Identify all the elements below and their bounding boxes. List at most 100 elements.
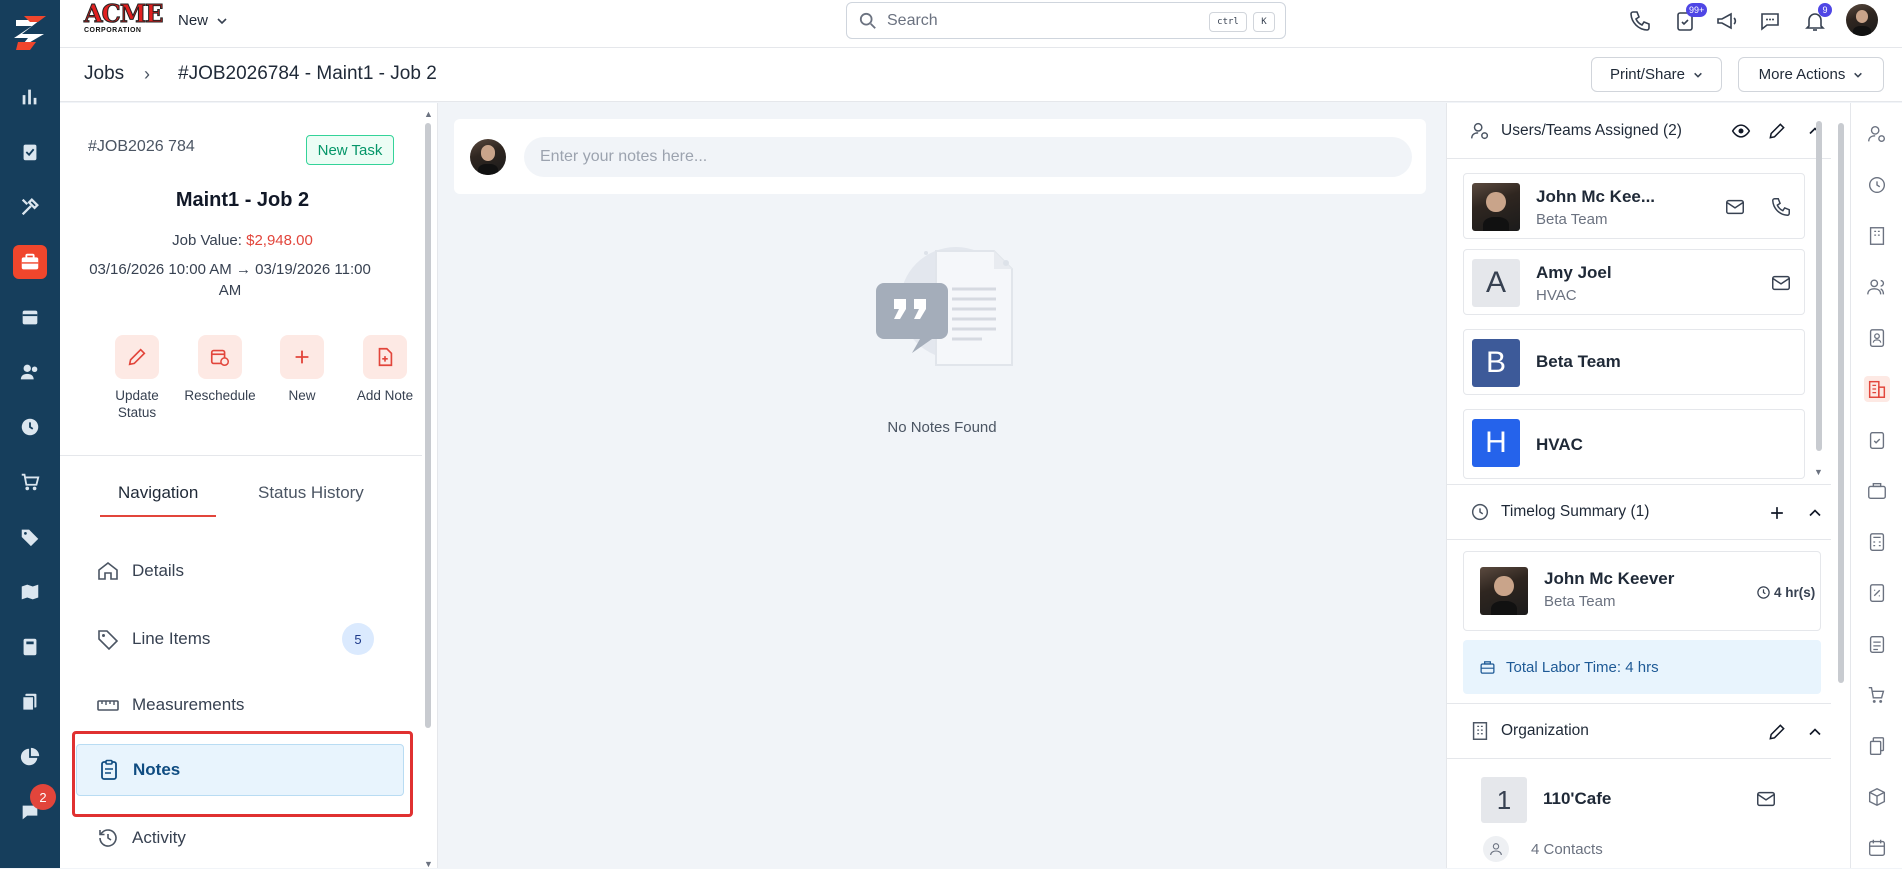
update-status-button[interactable]: Update Status — [97, 335, 177, 421]
update-status-label: Update Status — [115, 388, 159, 420]
rail-cart-icon[interactable] — [13, 465, 47, 499]
more-actions-label: More Actions — [1758, 66, 1846, 83]
job-value-amount: $2,948.00 — [246, 232, 313, 249]
edit-pencil-icon[interactable] — [1765, 720, 1789, 744]
assignee-photo — [1472, 183, 1520, 231]
mail-icon[interactable] — [1755, 788, 1781, 814]
print-share-button[interactable]: Print/Share — [1591, 57, 1722, 92]
scroll-up-icon[interactable]: ▲ — [424, 109, 433, 119]
nav-item-details[interactable]: Details — [84, 545, 404, 597]
timelog-user-team: Beta Team — [1544, 593, 1616, 610]
rail-clock-icon[interactable] — [13, 410, 47, 444]
user-avatar[interactable] — [1846, 4, 1878, 36]
rail-calendar-icon[interactable] — [13, 300, 47, 334]
rail-map-icon[interactable] — [13, 575, 47, 609]
assigned-section-header[interactable]: Users/Teams Assigned (2) — [1447, 103, 1831, 159]
nav-item-activity[interactable]: Activity — [84, 812, 404, 864]
new-menu[interactable]: New — [178, 12, 228, 29]
chevron-up-icon[interactable] — [1803, 720, 1827, 744]
clock-icon[interactable] — [1864, 172, 1890, 198]
nav-item-measurements[interactable]: Measurements — [84, 679, 404, 731]
timelog-card[interactable]: John Mc Keever Beta Team 4 hr(s) — [1463, 551, 1821, 631]
left-scrollbar[interactable]: ▲ ▼ — [424, 109, 433, 869]
team-card[interactable]: B Beta Team — [1463, 329, 1805, 395]
assignee-card[interactable]: John Mc Kee... Beta Team — [1463, 173, 1805, 239]
search-placeholder: Search — [887, 11, 938, 29]
add-note-button[interactable]: Add Note — [345, 335, 425, 404]
checklist-icon[interactable] — [1864, 631, 1890, 657]
clipboard-check-icon[interactable] — [1864, 427, 1890, 453]
chevron-up-icon[interactable] — [1803, 501, 1827, 525]
search-input[interactable]: Search ctrl K — [846, 2, 1286, 39]
rail-tag-icon[interactable] — [13, 520, 47, 554]
address-book-icon[interactable] — [1864, 325, 1890, 351]
more-actions-button[interactable]: More Actions — [1738, 57, 1884, 92]
megaphone-icon[interactable] — [1712, 6, 1742, 36]
calendar-icon[interactable] — [1864, 835, 1890, 861]
breadcrumb-jobs-link[interactable]: Jobs — [84, 63, 124, 85]
copy-documents-icon[interactable] — [1864, 733, 1890, 759]
edit-pencil-icon[interactable] — [1765, 119, 1789, 143]
timelog-hours: 4 hr(s) — [1774, 585, 1816, 600]
assigned-scrollbar[interactable]: ▼ — [1814, 109, 1823, 479]
plus-icon[interactable] — [1765, 501, 1789, 525]
note-composer: Enter your notes here... — [454, 119, 1426, 194]
rail-calculator-icon[interactable] — [13, 630, 47, 664]
file-plus-icon — [378, 347, 393, 367]
brand-logo[interactable]: ACME CORPORATION — [84, 1, 165, 36]
eye-icon[interactable] — [1729, 119, 1753, 143]
mail-icon[interactable] — [1722, 194, 1748, 220]
timelog-section-header[interactable]: Timelog Summary (1) — [1447, 484, 1831, 540]
organization-building-icon[interactable] — [1864, 376, 1890, 402]
breadcrumb-separator: › — [144, 64, 150, 84]
kbd-k: K — [1253, 12, 1275, 32]
details-scrollbar-thumb[interactable] — [1838, 123, 1844, 683]
contacts-group-icon[interactable] — [1864, 274, 1890, 300]
nav-activity-label: Activity — [132, 828, 186, 847]
calculator-icon[interactable] — [1864, 529, 1890, 555]
team-card[interactable]: H HVAC — [1463, 409, 1805, 479]
chevron-down-icon — [1854, 72, 1863, 78]
tab-navigation[interactable]: Navigation — [118, 483, 198, 503]
left-scrollbar-thumb[interactable] — [425, 123, 431, 728]
organization-section-header[interactable]: Organization — [1447, 703, 1831, 759]
details-scrollbar[interactable] — [1837, 109, 1845, 869]
nav-item-line-items[interactable]: Line Items 5 — [84, 613, 404, 665]
organization-name[interactable]: 110'Cafe — [1543, 789, 1611, 809]
assignee-card[interactable]: A Amy Joel HVAC — [1463, 249, 1805, 315]
bell-badge: 9 — [1818, 3, 1832, 17]
package-icon[interactable] — [1864, 784, 1890, 810]
rail-tools-icon[interactable] — [13, 190, 47, 224]
empty-notes-message: No Notes Found — [887, 419, 997, 436]
team-name: Beta Team — [1536, 352, 1621, 371]
scroll-down-icon[interactable]: ▼ — [1814, 467, 1823, 477]
new-action-button[interactable]: New — [262, 335, 342, 404]
rail-jobs-icon[interactable] — [13, 245, 47, 279]
message-icon[interactable] — [1755, 6, 1785, 36]
assigned-scrollbar-thumb[interactable] — [1816, 121, 1822, 451]
rail-customers-icon[interactable] — [13, 355, 47, 389]
rail-reports-icon[interactable] — [13, 80, 47, 114]
organization-contacts[interactable]: 4 Contacts — [1531, 841, 1603, 858]
cart-dollar-icon[interactable] — [1864, 682, 1890, 708]
phone-call-icon[interactable] — [1768, 194, 1794, 220]
job-value-label: Job Value: — [172, 232, 242, 249]
reschedule-button[interactable]: Reschedule — [180, 335, 260, 404]
rail-documents-icon[interactable] — [13, 685, 47, 719]
total-labor-banner: Total Labor Time: 4 hrs — [1463, 640, 1821, 694]
details-sidebar: Users/Teams Assigned (2) John Mc Kee... … — [1446, 103, 1850, 868]
tab-status-history[interactable]: Status History — [258, 483, 364, 503]
rail-pie-chart-icon[interactable] — [13, 740, 47, 774]
tasks-clipboard-icon[interactable]: 99+ — [1670, 3, 1708, 36]
building-icon[interactable] — [1864, 223, 1890, 249]
phone-icon[interactable] — [1625, 6, 1655, 36]
app-logo-icon[interactable] — [10, 12, 50, 52]
rail-tasks-icon[interactable] — [13, 135, 47, 169]
note-input[interactable]: Enter your notes here... — [524, 137, 1412, 177]
bell-icon[interactable]: 9 — [1800, 3, 1832, 36]
chevron-down-icon — [217, 17, 227, 24]
briefcase-icon[interactable] — [1864, 478, 1890, 504]
mail-icon[interactable] — [1768, 270, 1794, 296]
user-assign-icon[interactable] — [1864, 121, 1890, 147]
estimate-icon[interactable] — [1864, 580, 1890, 606]
